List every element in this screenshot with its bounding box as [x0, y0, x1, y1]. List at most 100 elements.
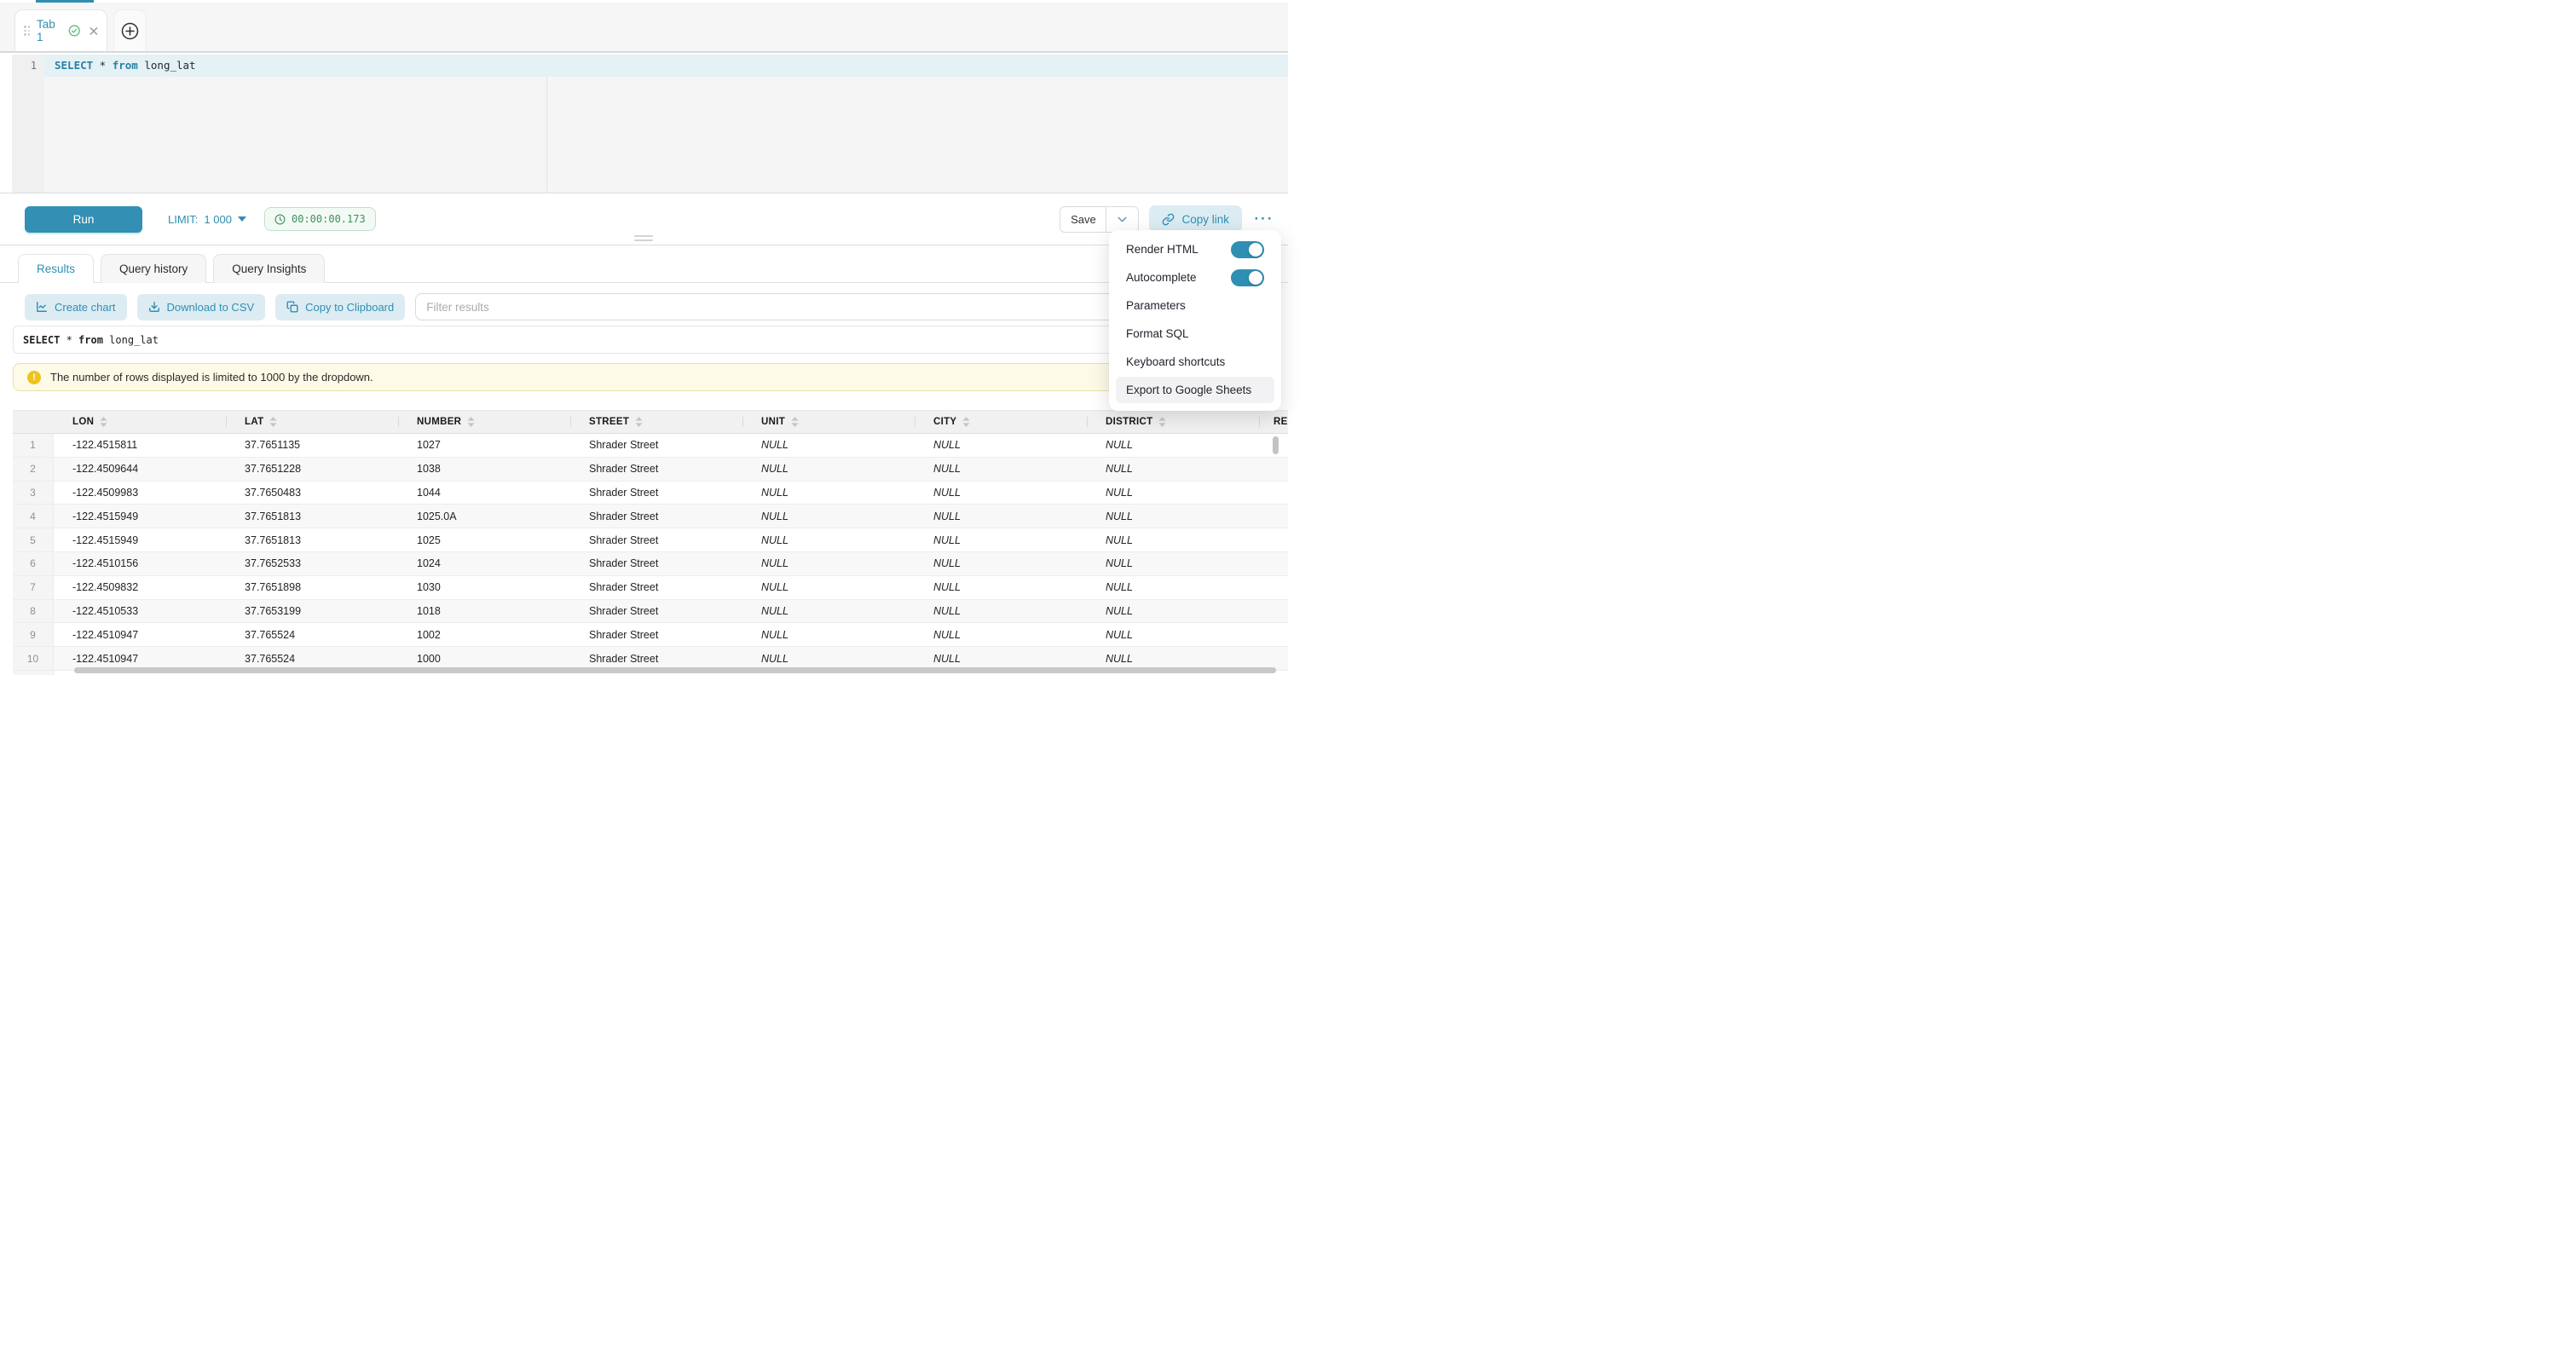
table-cell: 37.765524 [226, 647, 398, 670]
table-cell: Shrader Street [570, 623, 742, 646]
row-number: 9 [13, 623, 54, 646]
sql-text: long_lat [138, 59, 196, 72]
warning-text: The number of rows displayed is limited … [50, 371, 373, 384]
table-cell: 1025 [398, 528, 570, 551]
column-header-city[interactable]: CITY [915, 411, 1087, 433]
table-cell: 1024 [398, 552, 570, 575]
table-cell [1259, 623, 1288, 646]
create-chart-button[interactable]: Create chart [25, 294, 127, 320]
column-header-lon[interactable]: LON [54, 411, 226, 433]
table-cell: NULL [915, 482, 1087, 505]
sql-workbench-app: Tab 1 1 SELECT * from long_lat [0, 0, 1288, 675]
menu-item-label: Render HTML [1126, 243, 1198, 256]
menu-item-label: Parameters [1126, 299, 1186, 312]
table-cell: NULL [742, 528, 915, 551]
save-menu-button[interactable] [1106, 206, 1139, 233]
column-label: LAT [245, 417, 263, 427]
results-table: LON LAT NUMBER STREET UNIT CITY DISTRICT… [13, 410, 1288, 675]
menu-item-parameters[interactable]: Parameters [1116, 292, 1274, 319]
row-limit-warning-banner: ! The number of rows displayed is limite… [13, 363, 1275, 391]
save-split-button: Save [1060, 206, 1139, 233]
column-header-number[interactable]: NUMBER [398, 411, 570, 433]
table-cell: Shrader Street [570, 528, 742, 551]
table-cell: NULL [915, 576, 1087, 599]
link-icon [1162, 213, 1175, 226]
query-tab[interactable]: Tab 1 [14, 9, 107, 51]
tab-results[interactable]: Results [18, 254, 94, 283]
row-number-header [13, 411, 54, 433]
autocomplete-toggle[interactable] [1231, 269, 1264, 286]
column-header-street[interactable]: STREET [570, 411, 742, 433]
download-to-csv-button[interactable]: Download to CSV [137, 294, 266, 320]
vertical-scrollbar[interactable] [1273, 436, 1279, 454]
drag-dots-icon[interactable] [24, 26, 30, 36]
new-tab-button[interactable] [113, 9, 147, 51]
menu-item-format-sql[interactable]: Format SQL [1116, 320, 1274, 347]
copy-to-clipboard-button[interactable]: Copy to Clipboard [275, 294, 405, 320]
column-header-lat[interactable]: LAT [226, 411, 398, 433]
row-number: 6 [13, 552, 54, 575]
table-row: 6-122.451015637.76525331024Shrader Stree… [13, 552, 1288, 576]
column-label: LON [72, 417, 94, 427]
table-cell: NULL [915, 458, 1087, 481]
table-cell: 37.7652533 [226, 552, 398, 575]
more-options-button[interactable]: ··· [1252, 211, 1276, 228]
menu-item-render-html[interactable]: Render HTML [1116, 236, 1274, 262]
chart-icon [36, 301, 48, 313]
table-cell: 37.7651813 [226, 528, 398, 551]
tab-query-history[interactable]: Query history [101, 254, 206, 283]
column-header-district[interactable]: DISTRICT [1087, 411, 1259, 433]
column-label: RE [1274, 417, 1288, 427]
plus-icon [121, 22, 139, 40]
table-row: 8-122.451053337.76531991018Shrader Stree… [13, 600, 1288, 624]
table-body: 1-122.451581137.76511351027Shrader Stree… [13, 434, 1288, 675]
sql-echo-token: from [78, 334, 103, 346]
save-button[interactable]: Save [1060, 206, 1106, 233]
table-row: 4-122.451594937.76518131025.0AShrader St… [13, 505, 1288, 528]
sort-icon [635, 417, 643, 427]
clock-icon [274, 214, 286, 225]
limit-dropdown[interactable]: LIMIT: 1 000 [168, 193, 246, 245]
table-cell: 37.7651135 [226, 434, 398, 457]
render-html-toggle[interactable] [1231, 241, 1264, 258]
sort-icon [962, 417, 970, 427]
copy-link-button[interactable]: Copy link [1149, 205, 1242, 233]
table-cell: 1002 [398, 623, 570, 646]
column-header-re[interactable]: RE [1259, 411, 1288, 433]
sql-echo-token: SELECT [23, 334, 60, 346]
chip-label: Create chart [55, 301, 116, 314]
menu-item-keyboard-shortcuts[interactable]: Keyboard shortcuts [1116, 349, 1274, 375]
table-cell: 1018 [398, 600, 570, 623]
sort-icon [100, 417, 107, 427]
table-cell: Shrader Street [570, 482, 742, 505]
table-cell: NULL [915, 434, 1087, 457]
run-button[interactable]: Run [25, 206, 142, 233]
table-cell: 1027 [398, 434, 570, 457]
table-cell: Shrader Street [570, 576, 742, 599]
editor-body: 1 SELECT * from long_lat [12, 55, 1288, 193]
table-cell: NULL [1087, 623, 1259, 646]
table-cell: NULL [742, 600, 915, 623]
table-row: 9-122.451094737.7655241002Shrader Street… [13, 623, 1288, 647]
row-number: 3 [13, 482, 54, 505]
sql-echo-token: * [60, 334, 78, 346]
close-tab-icon[interactable] [90, 26, 98, 36]
table-cell [1259, 552, 1288, 575]
editor-tab-strip: Tab 1 [0, 3, 1288, 53]
table-row: 3-122.450998337.76504831044Shrader Stree… [13, 482, 1288, 505]
horizontal-scrollbar[interactable] [74, 667, 1276, 673]
limit-label: LIMIT: [168, 213, 198, 226]
column-label: CITY [933, 417, 956, 427]
sort-icon [467, 417, 475, 427]
menu-item-label: Keyboard shortcuts [1126, 355, 1225, 368]
column-header-unit[interactable]: UNIT [742, 411, 915, 433]
panel-resize-handle[interactable] [634, 235, 653, 244]
tab-query-insights[interactable]: Query Insights [213, 254, 325, 283]
sql-code-line: SELECT * from long_lat [55, 55, 196, 77]
sql-editor[interactable]: 1 SELECT * from long_lat [0, 55, 1288, 193]
menu-item-export-to-google-sheets[interactable]: Export to Google Sheets [1116, 377, 1274, 403]
table-cell: NULL [915, 505, 1087, 528]
table-cell: NULL [742, 552, 915, 575]
menu-item-autocomplete[interactable]: Autocomplete [1116, 264, 1274, 291]
row-number: 8 [13, 600, 54, 623]
